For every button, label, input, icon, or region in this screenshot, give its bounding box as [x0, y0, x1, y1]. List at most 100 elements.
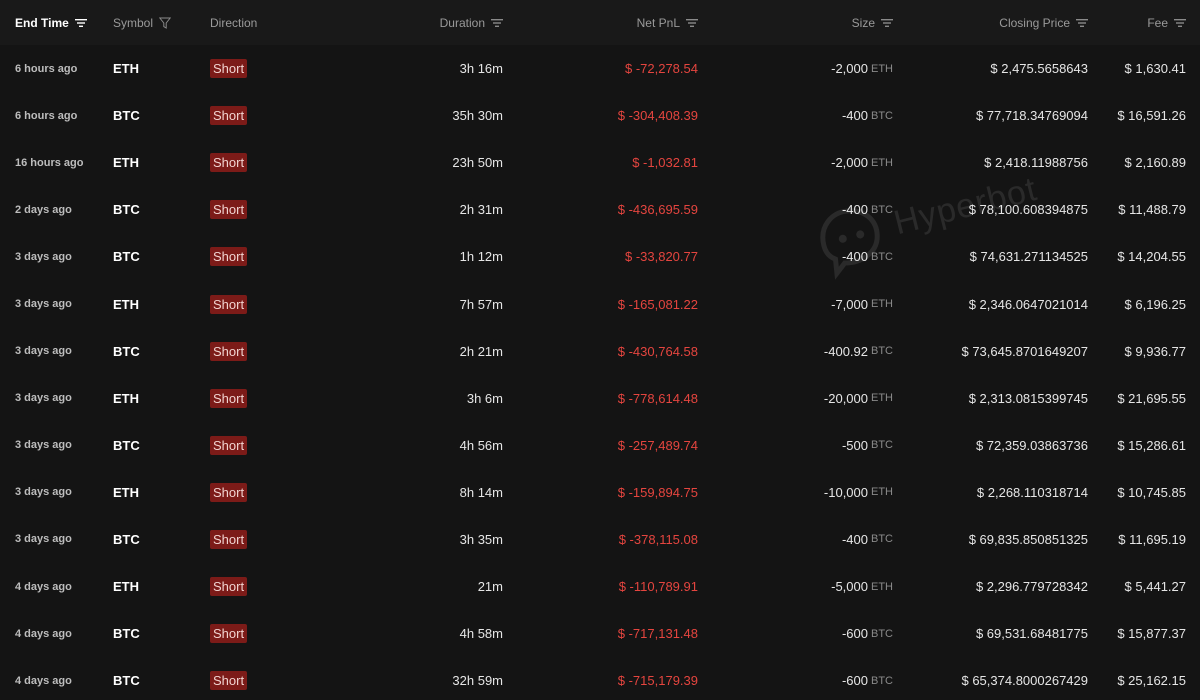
direction-badge: Short — [210, 294, 248, 314]
table-row[interactable]: 6 hours ago ETH Short 3h 16m $ -72,278.54 -2,… — [0, 45, 1200, 92]
table-row[interactable]: 3 days ago ETH Short 3h 6m $ -778,614.48 -20,… — [0, 375, 1200, 422]
column-header-label: Net PnL — [636, 15, 680, 30]
table-row[interactable]: 3 days ago BTC Short 3h 35m $ -378,115.08 -40… — [0, 516, 1200, 563]
cell-symbol[interactable]: BTC — [113, 657, 140, 700]
table-row[interactable]: 3 days ago BTC Short 2h 21m $ -430,764.58 -40… — [0, 328, 1200, 375]
column-header-duration[interactable]: Duration — [440, 0, 503, 45]
column-header-label: Size — [851, 15, 875, 30]
column-header-closing-price[interactable]: Closing Price — [999, 0, 1088, 45]
table-row[interactable]: 4 days ago ETH Short 21m $ -110,789.91 -5,000… — [0, 563, 1200, 610]
cell-closing-price: $ 2,313.0815399745 — [968, 390, 1088, 406]
cell-symbol[interactable]: BTC — [113, 422, 140, 469]
size-value: -400.92 — [823, 343, 868, 359]
cell-symbol[interactable]: BTC — [113, 186, 140, 233]
table-row[interactable]: 3 days ago BTC Short 4h 56m $ -257,489.74 -50… — [0, 422, 1200, 469]
column-header-end-time[interactable]: End Time — [15, 0, 87, 45]
funnel-filter-icon[interactable] — [159, 17, 172, 29]
cell-size: -400 BTC — [842, 92, 893, 139]
table-row[interactable]: 3 days ago ETH Short 8h 14m $ -159,894.75 -10… — [0, 469, 1200, 516]
cell-duration: 4h 56m — [459, 437, 503, 453]
cell-net-pnl: $ -257,489.74 — [617, 437, 698, 453]
size-unit: ETH — [871, 392, 893, 405]
sort-lines-icon[interactable] — [74, 18, 87, 28]
table-row[interactable]: 3 days ago BTC Short 1h 12m $ -33,820.77 -400… — [0, 233, 1200, 280]
size-value: -7,000 — [831, 296, 868, 312]
cell-symbol[interactable]: ETH — [113, 563, 139, 610]
size-unit: ETH — [871, 62, 893, 75]
cell-net-pnl: $ -778,614.48 — [617, 390, 698, 406]
size-unit: BTC — [871, 250, 893, 263]
cell-symbol[interactable]: BTC — [113, 328, 140, 375]
cell-net-pnl: $ -304,408.39 — [617, 108, 698, 124]
size-unit: BTC — [871, 203, 893, 216]
column-header-symbol[interactable]: Symbol — [113, 0, 172, 45]
cell-symbol[interactable]: BTC — [113, 233, 140, 280]
cell-net-pnl: $ -378,115.08 — [618, 531, 698, 547]
cell-duration: 1h 12m — [459, 249, 503, 265]
size-unit: ETH — [871, 156, 893, 169]
size-value: -10,000 — [823, 484, 868, 500]
cell-symbol[interactable]: ETH — [113, 280, 139, 327]
table-row[interactable]: 4 days ago BTC Short 32h 59m $ -715,179.39 -6… — [0, 657, 1200, 700]
sort-lines-icon[interactable] — [1174, 18, 1186, 28]
cell-size: -2,000 ETH — [831, 45, 893, 92]
sort-lines-icon[interactable] — [686, 18, 698, 28]
cell-symbol[interactable]: BTC — [113, 610, 140, 657]
table-row[interactable]: 16 hours ago ETH Short 23h 50m $ -1,032.81 -2… — [0, 139, 1200, 186]
table-row[interactable]: 2 days ago BTC Short 2h 31m $ -436,695.59 -40… — [0, 186, 1200, 233]
cell-symbol[interactable]: ETH — [113, 469, 139, 516]
sort-lines-icon[interactable] — [881, 18, 893, 28]
cell-end-time: 6 hours ago — [15, 109, 78, 122]
column-header-size[interactable]: Size — [852, 0, 893, 45]
column-header-fee[interactable]: Fee — [1147, 0, 1186, 45]
cell-end-time: 4 days ago — [15, 580, 72, 593]
cell-symbol[interactable]: BTC — [113, 516, 140, 563]
size-value: -400 — [841, 531, 868, 547]
size-value: -500 — [841, 437, 868, 453]
cell-fee: $ 10,745.85 — [1117, 484, 1186, 500]
cell-size: -400 BTC — [842, 516, 893, 563]
direction-badge: Short — [210, 624, 248, 644]
cell-net-pnl: $ -717,131.48 — [617, 626, 698, 642]
cell-direction: Short — [210, 375, 248, 422]
size-unit: ETH — [871, 486, 893, 499]
cell-duration: 21m — [477, 579, 503, 595]
size-value: -20,000 — [823, 390, 868, 406]
cell-direction: Short — [210, 422, 248, 469]
size-value: -600 — [841, 626, 868, 642]
cell-symbol[interactable]: BTC — [113, 92, 140, 139]
cell-direction: Short — [210, 563, 248, 610]
table-row[interactable]: 6 hours ago BTC Short 35h 30m $ -304,408.39 -… — [0, 92, 1200, 139]
direction-badge: Short — [210, 153, 248, 173]
cell-net-pnl: $ -715,179.39 — [617, 673, 698, 689]
size-unit: BTC — [871, 533, 893, 546]
cell-duration: 8h 14m — [459, 484, 503, 500]
sort-lines-icon[interactable] — [491, 18, 503, 28]
cell-closing-price: $ 2,296.779728342 — [975, 579, 1088, 595]
cell-fee: $ 14,204.55 — [1117, 249, 1186, 265]
cell-symbol[interactable]: ETH — [113, 45, 139, 92]
direction-badge: Short — [210, 341, 248, 361]
direction-badge: Short — [210, 200, 248, 220]
cell-size: -5,000 ETH — [831, 563, 893, 610]
cell-end-time: 3 days ago — [15, 392, 72, 405]
cell-duration: 23h 50m — [452, 155, 503, 171]
column-header-net-pnl[interactable]: Net PnL — [637, 0, 698, 45]
cell-symbol[interactable]: ETH — [113, 375, 139, 422]
cell-direction: Short — [210, 469, 248, 516]
cell-duration: 35h 30m — [452, 108, 503, 124]
size-unit: BTC — [871, 627, 893, 640]
cell-symbol[interactable]: ETH — [113, 139, 139, 186]
direction-badge: Short — [210, 247, 248, 267]
cell-direction: Short — [210, 328, 248, 375]
cell-end-time: 4 days ago — [15, 627, 72, 640]
sort-lines-icon[interactable] — [1076, 18, 1088, 28]
direction-badge: Short — [210, 388, 248, 408]
cell-size: -500 BTC — [842, 422, 893, 469]
direction-badge: Short — [210, 671, 248, 691]
cell-closing-price: $ 2,418.11988756 — [984, 155, 1088, 171]
trade-history-table: End Time Symbol Direction Duration Net P… — [0, 0, 1200, 700]
table-row[interactable]: 3 days ago ETH Short 7h 57m $ -165,081.22 -7,… — [0, 280, 1200, 327]
cell-fee: $ 9,936.77 — [1124, 343, 1186, 359]
table-row[interactable]: 4 days ago BTC Short 4h 58m $ -717,131.48 -60… — [0, 610, 1200, 657]
